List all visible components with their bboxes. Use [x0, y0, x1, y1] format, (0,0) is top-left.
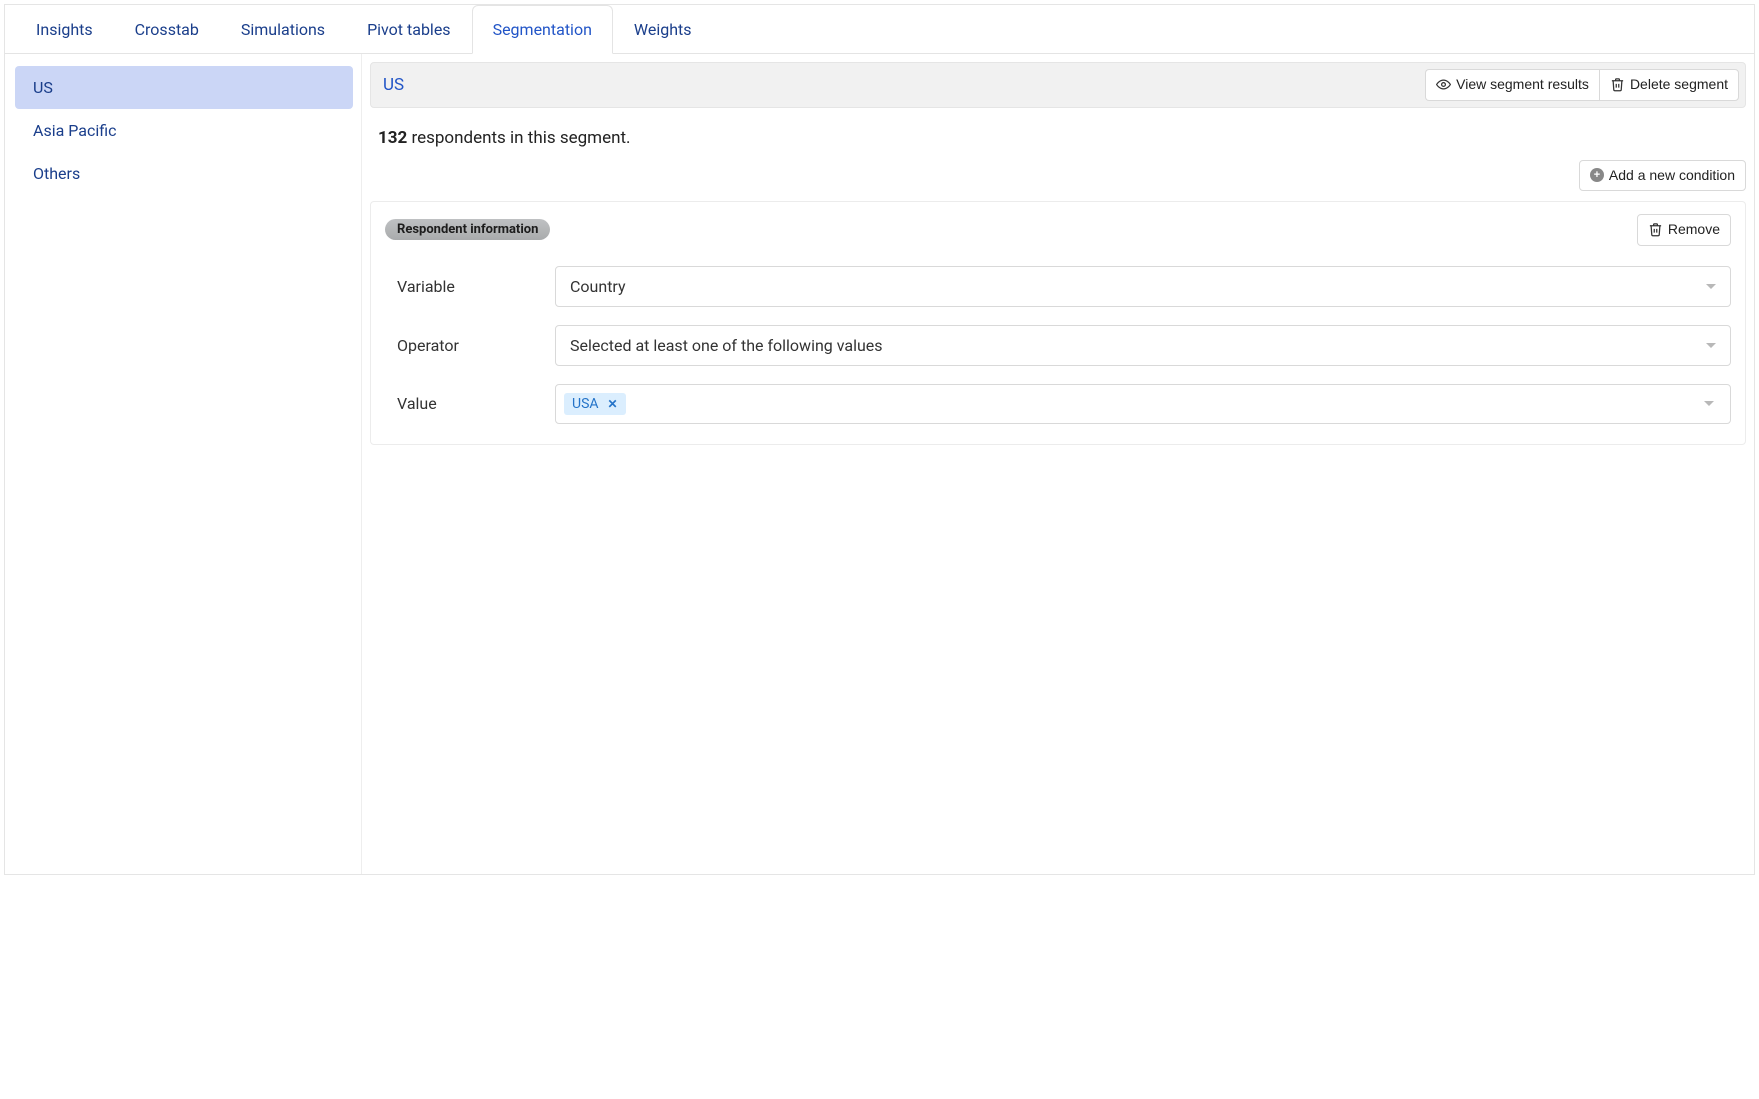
trash-icon — [1648, 222, 1663, 237]
respondent-count-suffix: respondents in this segment. — [407, 128, 630, 148]
remove-condition-label: Remove — [1668, 220, 1720, 240]
variable-label: Variable — [397, 277, 555, 296]
variable-select[interactable]: Country — [555, 266, 1731, 307]
body-layout: US Asia Pacific Others US Vi — [5, 54, 1754, 874]
tab-bar: Insights Crosstab Simulations Pivot tabl… — [5, 5, 1754, 54]
operator-label: Operator — [397, 336, 555, 355]
value-tags-container: USA ✕ — [564, 393, 626, 415]
segment-action-buttons: View segment results Delete segment — [1425, 69, 1739, 101]
tab-segmentation[interactable]: Segmentation — [472, 5, 613, 54]
variable-row: Variable Country — [385, 266, 1731, 307]
remove-tag-icon[interactable]: ✕ — [608, 397, 618, 411]
plus-icon: + — [1590, 168, 1604, 182]
segment-list-sidebar: US Asia Pacific Others — [5, 54, 362, 874]
eye-icon — [1436, 77, 1451, 92]
value-row: Value USA ✕ — [385, 384, 1731, 424]
tab-simulations[interactable]: Simulations — [220, 5, 346, 54]
condition-group-pill: Respondent information — [385, 219, 550, 240]
chevron-down-icon — [1706, 343, 1716, 348]
variable-select-value: Country — [570, 277, 626, 296]
delete-segment-label: Delete segment — [1630, 75, 1728, 95]
tab-insights[interactable]: Insights — [15, 5, 114, 54]
view-segment-results-label: View segment results — [1456, 75, 1589, 95]
operator-select[interactable]: Selected at least one of the following v… — [555, 325, 1731, 366]
segment-header: US View segment results — [370, 62, 1746, 108]
value-tag-usa: USA ✕ — [564, 393, 626, 415]
value-multiselect[interactable]: USA ✕ — [555, 384, 1731, 424]
value-tag-label: USA — [572, 396, 599, 412]
segment-editor: US View segment results — [362, 54, 1754, 874]
value-label: Value — [397, 394, 555, 413]
remove-condition-button[interactable]: Remove — [1637, 214, 1731, 246]
tab-pivot-tables[interactable]: Pivot tables — [346, 5, 472, 54]
sidebar-item-us[interactable]: US — [15, 66, 353, 109]
segment-title[interactable]: US — [383, 75, 404, 95]
sidebar-item-others[interactable]: Others — [15, 152, 353, 195]
chevron-down-icon — [1706, 284, 1716, 289]
tab-crosstab[interactable]: Crosstab — [114, 5, 220, 54]
add-condition-button[interactable]: + Add a new condition — [1579, 160, 1746, 192]
add-condition-label: Add a new condition — [1609, 166, 1735, 186]
app-container: Insights Crosstab Simulations Pivot tabl… — [4, 4, 1755, 875]
trash-icon — [1610, 77, 1625, 92]
delete-segment-button[interactable]: Delete segment — [1599, 69, 1739, 101]
add-condition-row: + Add a new condition — [370, 154, 1746, 200]
view-segment-results-button[interactable]: View segment results — [1425, 69, 1599, 101]
condition-card: Respondent information Remove — [370, 201, 1746, 445]
respondent-count: 132 — [378, 128, 407, 148]
tab-weights[interactable]: Weights — [613, 5, 713, 54]
sidebar-item-asia-pacific[interactable]: Asia Pacific — [15, 109, 353, 152]
operator-select-value: Selected at least one of the following v… — [570, 336, 883, 355]
operator-row: Operator Selected at least one of the fo… — [385, 325, 1731, 366]
respondent-summary: 132 respondents in this segment. — [370, 116, 1746, 154]
chevron-down-icon — [1704, 401, 1714, 406]
condition-card-header: Respondent information Remove — [385, 214, 1731, 246]
